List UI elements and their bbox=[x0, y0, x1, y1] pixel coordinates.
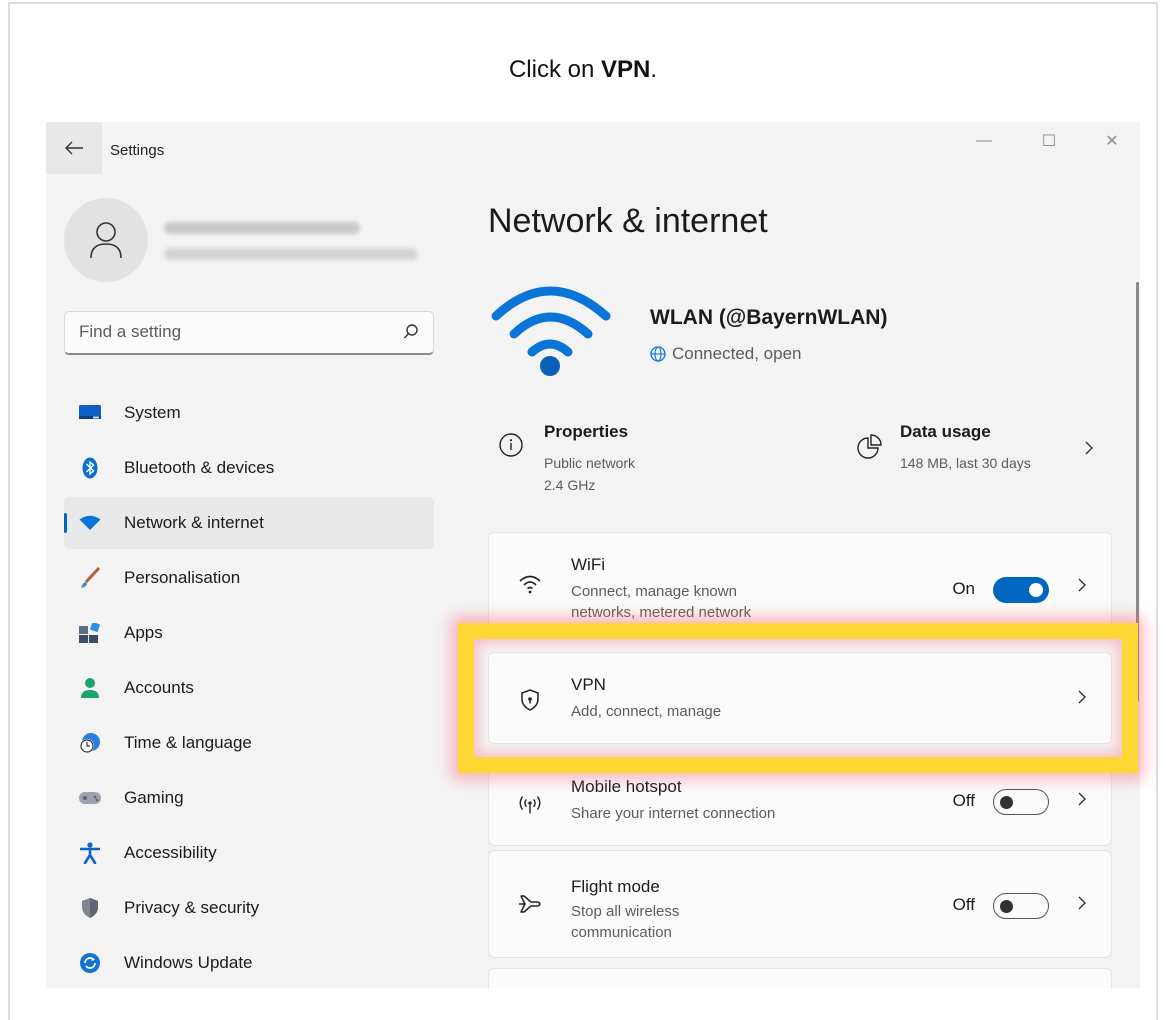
sidebar-item-label: Windows Update bbox=[124, 953, 253, 972]
sidebar-item-bluetooth[interactable]: Bluetooth & devices bbox=[64, 442, 434, 494]
sidebar-item-label: Time & language bbox=[124, 733, 252, 752]
hotspot-sub: Share your internet connection bbox=[571, 805, 776, 822]
sidebar-item-label: Personalisation bbox=[124, 568, 241, 587]
sidebar-nav: System Bluetooth & devices Network & int… bbox=[64, 387, 434, 988]
profile-email-blurred bbox=[164, 248, 418, 260]
wifi-large-icon bbox=[491, 286, 611, 376]
pie-chart-icon bbox=[857, 434, 882, 459]
back-arrow-icon bbox=[65, 141, 83, 155]
avatar[interactable] bbox=[64, 198, 148, 282]
wifi-sub-line1: Connect, manage known bbox=[571, 583, 737, 600]
hotspot-toggle[interactable] bbox=[993, 789, 1049, 815]
vpn-highlight-overlay bbox=[458, 623, 1138, 773]
sidebar-item-windows-update[interactable]: Windows Update bbox=[64, 937, 434, 988]
app-title: Settings bbox=[110, 142, 165, 159]
globe-icon bbox=[650, 346, 666, 362]
sidebar-item-label: Accounts bbox=[124, 678, 194, 697]
properties-details: Public network 2.4 GHz bbox=[544, 452, 635, 496]
apps-icon bbox=[78, 621, 102, 645]
search-input[interactable] bbox=[79, 322, 379, 342]
chevron-right-icon bbox=[1077, 791, 1087, 812]
sidebar-item-accounts[interactable]: Accounts bbox=[64, 662, 434, 714]
sidebar-item-time-language[interactable]: Time & language bbox=[64, 717, 434, 769]
sidebar-item-gaming[interactable]: Gaming bbox=[64, 772, 434, 824]
instruction-prefix: Click on bbox=[508, 56, 601, 83]
data-usage-title: Data usage bbox=[900, 422, 991, 441]
sidebar-item-network[interactable]: Network & internet bbox=[64, 497, 434, 549]
sidebar-item-label: Privacy & security bbox=[124, 898, 260, 917]
search-icon bbox=[403, 324, 418, 339]
wifi-card[interactable]: WiFi Connect, manage known networks, met… bbox=[488, 532, 1112, 632]
active-indicator bbox=[64, 513, 67, 533]
wifi-title: WiFi bbox=[571, 555, 605, 574]
person-icon bbox=[90, 222, 122, 259]
bluetooth-icon bbox=[78, 456, 102, 480]
properties-network-type: Public network bbox=[544, 455, 636, 471]
sidebar-item-label: Gaming bbox=[124, 788, 184, 807]
flight-sub: Stop all wireless communication bbox=[571, 901, 679, 943]
hotspot-state-label: Off bbox=[952, 791, 975, 810]
properties-band: 2.4 GHz bbox=[544, 477, 596, 493]
accessibility-icon bbox=[78, 841, 102, 865]
shield-icon bbox=[78, 896, 102, 920]
airplane-icon bbox=[517, 891, 543, 917]
search-box[interactable] bbox=[64, 311, 434, 355]
sidebar-item-accessibility[interactable]: Accessibility bbox=[64, 827, 434, 879]
data-usage-sub: 148 MB, last 30 days bbox=[900, 455, 1031, 471]
system-icon bbox=[78, 401, 102, 425]
instruction-text: Click on VPN. bbox=[0, 56, 1166, 84]
sidebar-item-label: Apps bbox=[124, 623, 163, 642]
wifi-icon bbox=[517, 571, 543, 597]
flight-sub-line2: communication bbox=[571, 924, 672, 941]
back-button[interactable] bbox=[46, 122, 102, 174]
wifi-state-label: On bbox=[952, 579, 975, 598]
network-name: WLAN (@BayernWLAN) bbox=[650, 306, 888, 329]
instruction-target: VPN bbox=[601, 56, 651, 83]
instruction-suffix: . bbox=[650, 56, 658, 83]
chevron-right-icon bbox=[1077, 577, 1087, 598]
profile-name-blurred bbox=[164, 222, 360, 234]
clock-globe-icon bbox=[78, 731, 102, 755]
gamepad-icon bbox=[78, 786, 102, 810]
hotspot-title: Mobile hotspot bbox=[571, 777, 682, 796]
sidebar-item-personalisation[interactable]: Personalisation bbox=[64, 552, 434, 604]
sidebar-item-label: Network & internet bbox=[124, 513, 264, 532]
sidebar-item-privacy[interactable]: Privacy & security bbox=[64, 882, 434, 934]
settings-window: Settings — ☐ ✕ System Bluetooth & device… bbox=[46, 122, 1140, 988]
chevron-right-icon bbox=[1077, 895, 1087, 916]
sidebar-item-label: System bbox=[124, 403, 181, 422]
brush-icon bbox=[78, 566, 102, 590]
properties-title: Properties bbox=[544, 422, 629, 441]
network-status: Connected, open bbox=[650, 344, 802, 364]
wifi-sub: Connect, manage known networks, metered … bbox=[571, 581, 751, 623]
sidebar-item-apps[interactable]: Apps bbox=[64, 607, 434, 659]
sidebar-item-label: Bluetooth & devices bbox=[124, 458, 275, 477]
page-title: Network & internet bbox=[488, 202, 768, 240]
wifi-sub-line2: networks, metered network bbox=[571, 604, 752, 621]
flight-sub-line1: Stop all wireless bbox=[571, 903, 680, 920]
hotspot-icon bbox=[517, 791, 543, 817]
sidebar-item-system[interactable]: System bbox=[64, 387, 434, 439]
chevron-right-icon bbox=[1085, 441, 1093, 455]
next-card-partial[interactable] bbox=[488, 968, 1112, 988]
wifi-toggle[interactable] bbox=[993, 577, 1049, 603]
sidebar-item-label: Accessibility bbox=[124, 843, 217, 862]
flight-toggle[interactable] bbox=[993, 893, 1049, 919]
flight-mode-card[interactable]: Flight mode Stop all wireless communicat… bbox=[488, 850, 1112, 958]
flight-title: Flight mode bbox=[571, 877, 660, 896]
update-icon bbox=[78, 951, 102, 975]
accounts-icon bbox=[78, 676, 102, 700]
info-icon bbox=[499, 433, 523, 457]
main-content: Network & internet WLAN (@BayernWLAN) Co… bbox=[488, 122, 1140, 988]
wifi-icon bbox=[78, 511, 102, 535]
flight-state-label: Off bbox=[952, 895, 975, 914]
mobile-hotspot-card[interactable]: Mobile hotspot Share your internet conne… bbox=[488, 762, 1112, 846]
network-status-text: Connected, open bbox=[672, 344, 802, 363]
